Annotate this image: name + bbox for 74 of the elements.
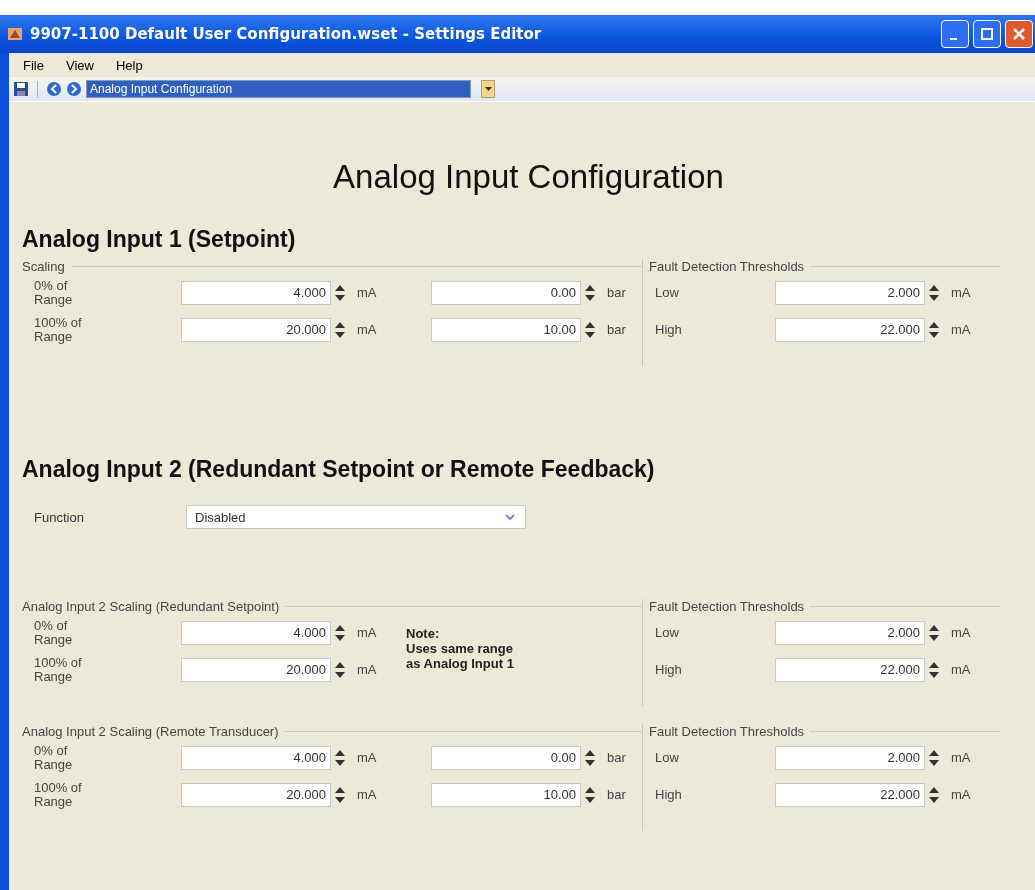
group-legend: Fault Detection Thresholds xyxy=(649,259,805,274)
row-label: Low xyxy=(655,750,680,765)
group-legend: Analog Input 2 Scaling (Redundant Setpoint) xyxy=(22,599,280,614)
group-legend: Fault Detection Thresholds xyxy=(649,599,805,614)
unit-label: mA xyxy=(951,750,971,765)
unit-label: bar xyxy=(607,322,626,337)
number-field[interactable]: 0.00 xyxy=(431,280,581,305)
close-button[interactable] xyxy=(1005,20,1033,48)
row-label: High xyxy=(655,322,683,337)
function-dropdown[interactable]: Disabled xyxy=(186,505,526,529)
unit-label: mA xyxy=(951,625,971,640)
page-dropdown[interactable]: Analog Input Configuration xyxy=(86,80,471,98)
unit-label: mA xyxy=(951,662,971,677)
number-field[interactable]: 10.00 xyxy=(431,317,581,342)
close-icon xyxy=(1012,27,1026,41)
minimize-button[interactable] xyxy=(941,20,969,48)
unit-label: mA xyxy=(357,662,377,677)
row-label: Low xyxy=(655,625,680,640)
unit-label: mA xyxy=(951,322,971,337)
section-title: Analog Input 1 (Setpoint) xyxy=(22,226,297,253)
number-field[interactable]: 22.000 xyxy=(775,782,925,807)
row-label: 0% of Range xyxy=(33,278,74,307)
note-text: Note: Uses same range as Analog Input 1 xyxy=(406,626,514,673)
unit-label: mA xyxy=(357,625,377,640)
chevron-icon xyxy=(505,513,515,521)
save-icon[interactable] xyxy=(13,81,29,97)
number-field[interactable]: 4.000 xyxy=(181,745,331,770)
row-label: High xyxy=(655,662,683,677)
row-label: 100% of Range xyxy=(33,780,83,809)
row-label: 100% of Range xyxy=(33,315,83,344)
unit-label: mA xyxy=(357,750,377,765)
unit-label: mA xyxy=(951,787,971,802)
number-field[interactable]: 2.000 xyxy=(775,280,925,305)
number-field[interactable]: 10.00 xyxy=(431,782,581,807)
unit-label: mA xyxy=(357,787,377,802)
section-title: Analog Input 2 (Redundant Setpoint or Remote Feedback) xyxy=(22,456,656,483)
number-field[interactable]: 4.000 xyxy=(181,280,331,305)
number-field[interactable]: 20.000 xyxy=(181,782,331,807)
unit-label: mA xyxy=(951,285,971,300)
menu-item[interactable]: View xyxy=(65,57,94,73)
menu-item[interactable]: File xyxy=(23,57,44,73)
row-label: Low xyxy=(655,285,680,300)
dropdown-button[interactable] xyxy=(481,80,495,98)
minimize-icon xyxy=(950,38,957,40)
maximize-icon xyxy=(980,27,994,41)
number-field[interactable]: 0.00 xyxy=(431,745,581,770)
unit-label: bar xyxy=(607,750,626,765)
app-icon xyxy=(6,25,24,43)
menu-item[interactable]: Help xyxy=(115,57,143,73)
row-label: High xyxy=(655,787,683,802)
forward-icon[interactable] xyxy=(66,81,82,97)
number-field[interactable]: 2.000 xyxy=(775,745,925,770)
maximize-button[interactable] xyxy=(973,20,1001,48)
group-legend: Fault Detection Thresholds xyxy=(649,724,805,739)
unit-label: bar xyxy=(607,787,626,802)
group-legend: Scaling xyxy=(22,259,65,274)
row-label: 0% of Range xyxy=(33,618,74,647)
field-label: Function xyxy=(34,509,85,525)
number-field[interactable]: 4.000 xyxy=(181,620,331,645)
caret-icon xyxy=(484,87,492,91)
page-title: Analog Input Configuration xyxy=(332,158,725,196)
back-icon[interactable] xyxy=(46,81,62,97)
row-label: 0% of Range xyxy=(33,743,74,772)
unit-label: mA xyxy=(357,285,377,300)
number-field[interactable]: 22.000 xyxy=(775,657,925,682)
group-legend: Analog Input 2 Scaling (Remote Transducer) xyxy=(22,724,279,739)
unit-label: mA xyxy=(357,322,377,337)
number-field[interactable]: 20.000 xyxy=(181,317,331,342)
number-field[interactable]: 22.000 xyxy=(775,317,925,342)
row-label: 100% of Range xyxy=(33,655,83,684)
window-title: 9907-1100 Default User Configuration.wset - Settings Editor xyxy=(30,25,542,43)
number-field[interactable]: 2.000 xyxy=(775,620,925,645)
number-field[interactable]: 20.000 xyxy=(181,657,331,682)
unit-label: bar xyxy=(607,285,626,300)
